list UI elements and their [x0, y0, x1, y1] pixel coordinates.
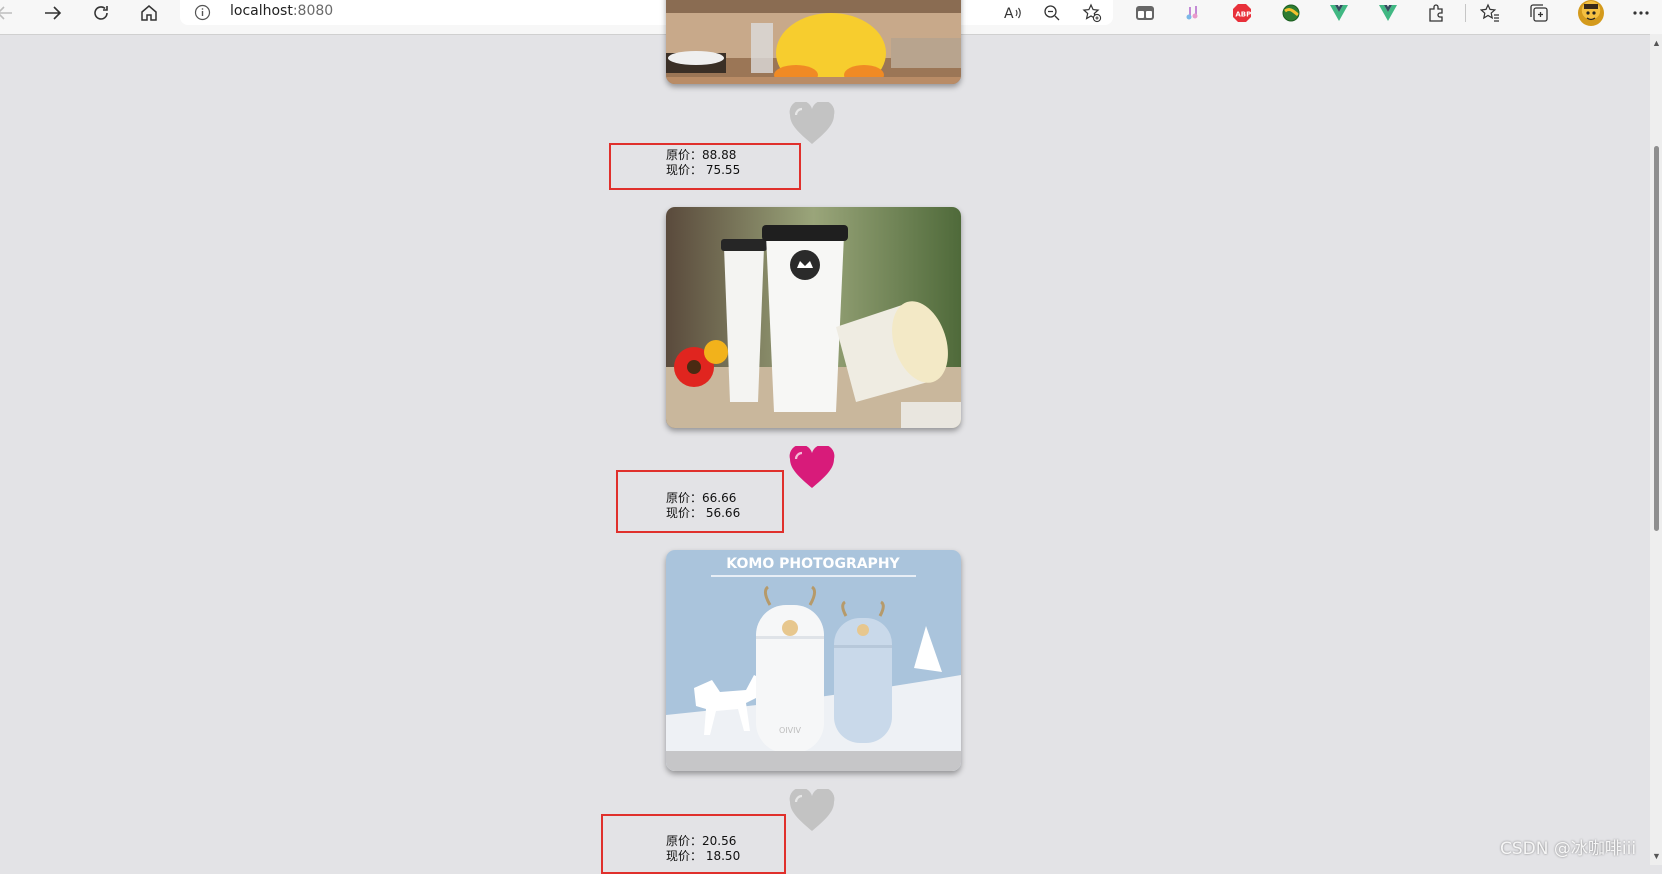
- page-scrollbar[interactable]: ▲ ▼: [1650, 34, 1662, 865]
- toolbar-separator: [1465, 4, 1466, 22]
- product-image-rubber-duck: [666, 0, 961, 84]
- url-text: localhost:8080: [230, 3, 334, 19]
- favorites-icon[interactable]: [1475, 0, 1505, 26]
- current-price: 现价： 75.55: [666, 163, 741, 177]
- home-icon[interactable]: [134, 0, 164, 26]
- adblock-plus-icon[interactable]: ABP: [1227, 0, 1257, 26]
- more-options-icon[interactable]: [1626, 0, 1656, 26]
- like-heart-icon[interactable]: [789, 787, 835, 833]
- music-extension-icon[interactable]: [1178, 0, 1208, 26]
- vue-devtools-alt-icon[interactable]: [1373, 0, 1403, 26]
- immersive-reader-icon[interactable]: [1130, 0, 1160, 26]
- csdn-watermark: CSDN @冰咖啡iii: [1500, 839, 1637, 859]
- read-aloud-icon[interactable]: A: [998, 0, 1028, 26]
- forward-icon[interactable]: [38, 0, 68, 26]
- svg-text:ABP: ABP: [1235, 11, 1251, 19]
- extensions-icon[interactable]: [1422, 0, 1452, 26]
- scroll-up-arrow-icon[interactable]: ▲: [1652, 38, 1661, 48]
- svg-text:A: A: [1004, 6, 1014, 22]
- product-image-coffee-cups: [666, 207, 961, 428]
- globe-extension-icon[interactable]: [1276, 0, 1306, 26]
- address-bar[interactable]: localhost:8080 A: [180, 0, 1113, 25]
- scroll-down-arrow-icon[interactable]: ▼: [1652, 851, 1661, 861]
- liked-heart-icon[interactable]: [789, 444, 835, 490]
- original-price: 原价：88.88: [666, 148, 737, 162]
- like-heart-icon[interactable]: [789, 100, 835, 146]
- current-price: 现价： 18.50: [666, 849, 741, 863]
- add-favorite-icon[interactable]: [1077, 0, 1107, 26]
- site-info-icon[interactable]: [194, 4, 211, 26]
- refresh-icon[interactable]: [86, 0, 116, 26]
- profile-avatar[interactable]: [1578, 0, 1604, 26]
- original-price: 原价：66.66: [666, 491, 737, 505]
- product-image-deer-bottles: KOMO PHOTOGRAPHY OIVIV: [666, 550, 961, 771]
- scroll-thumb[interactable]: [1654, 146, 1659, 531]
- vue-devtools-icon[interactable]: [1324, 0, 1354, 26]
- back-icon[interactable]: [0, 0, 20, 26]
- banner-title: KOMO PHOTOGRAPHY: [726, 556, 900, 572]
- original-price: 原价：20.56: [666, 834, 737, 848]
- zoom-out-icon[interactable]: [1037, 0, 1067, 26]
- bottle-brand: OIVIV: [779, 726, 801, 735]
- collections-icon[interactable]: [1524, 0, 1554, 26]
- current-price: 现价： 56.66: [666, 506, 741, 520]
